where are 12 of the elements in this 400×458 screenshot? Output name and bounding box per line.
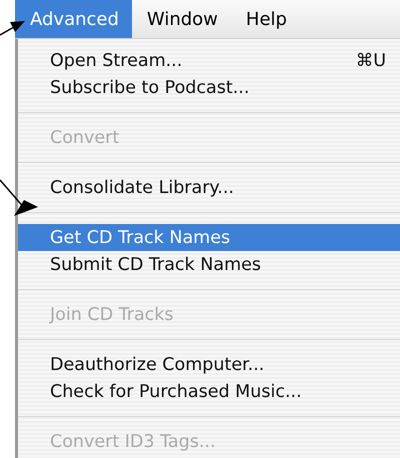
menu-item[interactable]: Subscribe to Podcast... — [18, 74, 400, 101]
menu-item[interactable]: Deauthorize Computer... — [18, 351, 400, 378]
menu-item[interactable]: Get CD Track Names — [18, 224, 400, 251]
annotation-arrow — [0, 180, 38, 216]
menu-bar-item[interactable]: Advanced — [15, 0, 132, 38]
menu-bar-item[interactable]: Window — [132, 0, 231, 38]
menu-item[interactable]: Submit CD Track Names — [18, 251, 400, 278]
menu-item[interactable]: Check for Purchased Music... — [18, 378, 400, 405]
menu-item[interactable]: Open Stream... ⌘U — [18, 47, 400, 74]
menu-bar-item[interactable]: Help — [230, 0, 300, 38]
annotation-arrow — [0, 21, 25, 36]
menu-item[interactable]: Consolidate Library... — [18, 174, 400, 201]
